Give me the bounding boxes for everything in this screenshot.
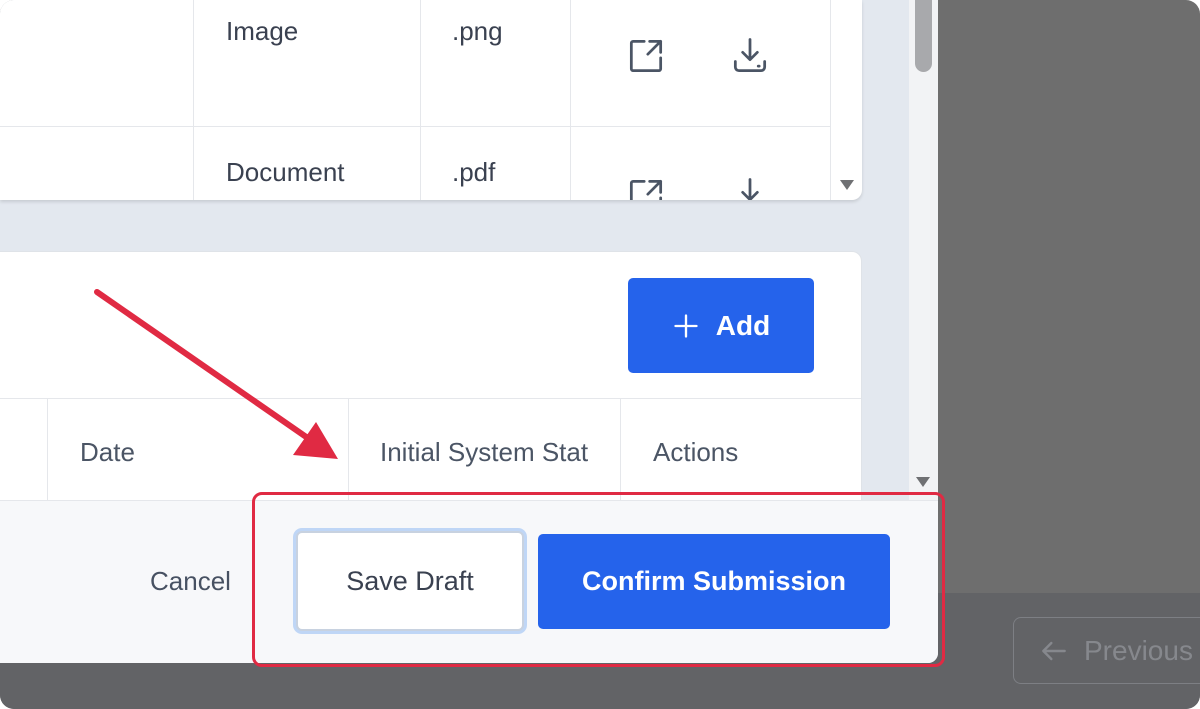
col-divider [193, 0, 194, 200]
file-extension-cell: .png [452, 16, 503, 46]
col-divider [830, 0, 831, 200]
column-header-initial-system-status[interactable]: Initial System Stat [380, 437, 588, 468]
add-button-label: Add [715, 309, 771, 341]
modal-scrollbar-thumb[interactable] [915, 0, 932, 72]
records-section: Add Date Initial System Stat Actions [0, 251, 862, 511]
external-link-icon[interactable] [624, 174, 668, 200]
column-header-date[interactable]: Date [80, 437, 135, 468]
download-icon[interactable] [728, 174, 772, 200]
file-extension-cell: .pdf [452, 157, 496, 187]
row-divider [0, 126, 830, 127]
arrow-left-icon [1042, 641, 1066, 660]
external-link-icon[interactable] [624, 34, 668, 78]
plus-icon [674, 313, 698, 338]
file-type-cell: Image [226, 16, 299, 46]
file-type-cell: Document [226, 157, 345, 187]
add-button[interactable]: Add [628, 278, 814, 373]
col-divider [620, 399, 621, 503]
column-header-actions[interactable]: Actions [653, 437, 738, 468]
download-icon[interactable] [728, 34, 772, 78]
previous-button[interactable]: Previous [1013, 617, 1200, 684]
modal-scroll-down-icon[interactable] [916, 477, 930, 487]
table-scroll-down-icon[interactable] [840, 180, 854, 190]
records-table-header: Date Initial System Stat Actions [0, 398, 861, 503]
previous-button-label: Previous [1084, 634, 1193, 666]
files-table: Image .png Document .pdf [0, 0, 862, 200]
cancel-button[interactable]: Cancel [150, 566, 231, 597]
col-divider [420, 0, 421, 200]
col-divider [47, 399, 48, 503]
annotation-highlight-box [252, 492, 945, 667]
screen: Previous Image .png Document .pdf Add Da… [0, 0, 1200, 709]
modal-scrollbar[interactable] [909, 0, 938, 500]
col-divider [570, 0, 571, 200]
column-header-clip: Initial System Stat [349, 399, 620, 503]
